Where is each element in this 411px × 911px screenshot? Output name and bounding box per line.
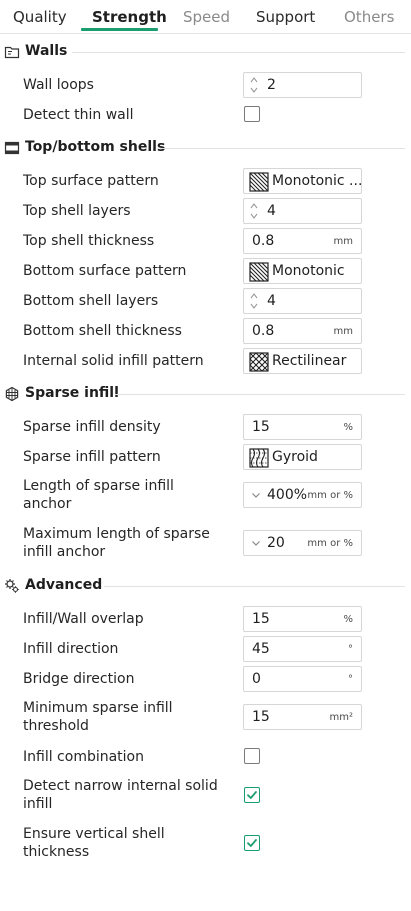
unit-mm-squared: mm²: [329, 712, 354, 723]
sparse-infill-density-input[interactable]: 15 %: [243, 414, 362, 440]
wall-loops-label: Wall loops: [23, 77, 94, 93]
max-sparse-infill-anchor-label: Maximum length of sparse infill anchor: [23, 526, 210, 560]
active-tab-indicator: [81, 28, 158, 31]
unit-mm-or-percent: mm or %: [307, 538, 353, 549]
bottom-surface-pattern-value: Monotonic: [272, 263, 345, 279]
infill-combination-checkbox[interactable]: [244, 748, 260, 764]
spin-arrows-icon[interactable]: [249, 75, 259, 95]
min-sparse-infill-threshold-label: Minimum sparse infill threshold: [23, 700, 173, 734]
sparse-infill-anchor-label: Length of sparse infill anchor: [23, 478, 174, 512]
shells-icon: [4, 141, 20, 155]
tab-speed[interactable]: Speed: [183, 8, 230, 26]
section-title-sparse-infill: Sparse infill: [25, 385, 119, 401]
spin-arrows-icon[interactable]: [249, 201, 259, 221]
section-walls: Walls: [0, 42, 411, 62]
section-title-walls: Walls: [25, 43, 68, 59]
sparse-infill-density-label: Sparse infill density: [23, 419, 161, 435]
section-top-bottom-shells: Top/bottom shells: [0, 138, 411, 158]
section-divider: [72, 52, 405, 53]
tab-strength[interactable]: Strength: [92, 8, 167, 26]
tab-others[interactable]: Others: [344, 8, 394, 26]
infill-direction-value: 45: [252, 641, 270, 657]
bottom-shell-thickness-value: 0.8: [252, 323, 275, 339]
detect-narrow-checkbox[interactable]: [244, 787, 260, 803]
top-surface-pattern-value: Monotonic ...: [272, 173, 362, 189]
tab-quality[interactable]: Quality: [13, 8, 67, 26]
bottom-shell-thickness-input[interactable]: 0.8 mm: [243, 318, 362, 344]
infill-wall-overlap-input[interactable]: 15 %: [243, 606, 362, 632]
chevron-down-icon[interactable]: [251, 539, 261, 547]
checkmark-icon: [247, 839, 257, 847]
min-sparse-infill-threshold-input[interactable]: 15 mm²: [243, 704, 362, 730]
unit-percent: %: [343, 422, 353, 433]
max-sparse-infill-anchor-combo[interactable]: 20 mm or %: [243, 530, 362, 556]
unit-degree: °: [348, 674, 353, 685]
tab-bar: Quality Strength Speed Support Others: [0, 0, 411, 34]
bottom-shell-thickness-label: Bottom shell thickness: [23, 323, 182, 339]
top-shell-thickness-label: Top shell thickness: [23, 233, 155, 249]
sparse-infill-pattern-select[interactable]: Gyroid: [243, 444, 362, 470]
top-shell-layers-value: 4: [267, 203, 276, 219]
min-sparse-infill-threshold-value: 15: [252, 709, 270, 725]
top-surface-pattern-select[interactable]: Monotonic ...: [243, 168, 362, 194]
walls-icon: [4, 46, 20, 59]
checkmark-icon: [247, 791, 257, 799]
top-shell-layers-label: Top shell layers: [23, 203, 131, 219]
sparse-infill-anchor-combo[interactable]: 400% mm or %: [243, 482, 362, 508]
gyroid-pattern-icon: [249, 448, 269, 468]
infill-direction-label: Infill direction: [23, 641, 119, 657]
bridge-direction-label: Bridge direction: [23, 671, 135, 687]
internal-solid-infill-pattern-select[interactable]: Rectilinear: [243, 348, 362, 374]
monotonic-pattern-icon: [249, 262, 269, 282]
unit-percent: %: [343, 614, 353, 625]
advanced-gear-icon: [5, 579, 19, 593]
bottom-shell-layers-label: Bottom shell layers: [23, 293, 159, 309]
infill-direction-input[interactable]: 45 °: [243, 636, 362, 662]
monotonic-pattern-icon: [249, 172, 269, 192]
wall-loops-input[interactable]: 2: [243, 72, 362, 98]
bottom-surface-pattern-label: Bottom surface pattern: [23, 263, 187, 279]
ensure-vertical-checkbox[interactable]: [244, 835, 260, 851]
max-sparse-infill-anchor-value: 20: [267, 535, 285, 551]
tab-support[interactable]: Support: [256, 8, 315, 26]
infill-wall-overlap-value: 15: [252, 611, 270, 627]
sparse-infill-density-value: 15: [252, 419, 270, 435]
infill-combination-label: Infill combination: [23, 749, 144, 765]
section-advanced: Advanced: [0, 576, 411, 596]
spin-arrows-icon[interactable]: [249, 291, 259, 311]
section-title-advanced: Advanced: [25, 577, 103, 593]
unit-mm: mm: [333, 236, 353, 247]
section-title-shells: Top/bottom shells: [25, 139, 166, 155]
unit-degree: °: [348, 644, 353, 655]
rectilinear-pattern-icon: [249, 352, 269, 372]
top-shell-thickness-value: 0.8: [252, 233, 275, 249]
ensure-vertical-label: Ensure vertical shell thickness: [23, 826, 165, 860]
detect-thin-wall-label: Detect thin wall: [23, 107, 134, 123]
infill-wall-overlap-label: Infill/Wall overlap: [23, 611, 144, 627]
bottom-surface-pattern-select[interactable]: Monotonic: [243, 258, 362, 284]
internal-solid-infill-pattern-label: Internal solid infill pattern: [23, 353, 204, 369]
section-divider: [104, 586, 405, 587]
detect-narrow-label: Detect narrow internal solid infill: [23, 778, 218, 812]
sparse-infill-pattern-value: Gyroid: [272, 449, 318, 465]
sparse-infill-icon: [5, 386, 19, 402]
unit-mm: mm: [333, 326, 353, 337]
internal-solid-infill-pattern-value: Rectilinear: [272, 353, 347, 369]
bottom-shell-layers-value: 4: [267, 293, 276, 309]
wall-loops-value: 2: [267, 77, 276, 93]
bridge-direction-value: 0: [252, 671, 261, 687]
section-divider: [160, 148, 405, 149]
unit-mm-or-percent: mm or %: [307, 490, 353, 501]
bridge-direction-input[interactable]: 0 °: [243, 666, 362, 692]
sparse-infill-pattern-label: Sparse infill pattern: [23, 449, 161, 465]
top-surface-pattern-label: Top surface pattern: [23, 173, 159, 189]
section-divider: [115, 394, 405, 395]
section-sparse-infill: Sparse infill: [0, 384, 411, 404]
sparse-infill-anchor-value: 400%: [267, 487, 308, 503]
top-shell-thickness-input[interactable]: 0.8 mm: [243, 228, 362, 254]
bottom-shell-layers-input[interactable]: 4: [243, 288, 362, 314]
chevron-down-icon[interactable]: [251, 491, 261, 499]
top-shell-layers-input[interactable]: 4: [243, 198, 362, 224]
detect-thin-wall-checkbox[interactable]: [244, 106, 260, 122]
